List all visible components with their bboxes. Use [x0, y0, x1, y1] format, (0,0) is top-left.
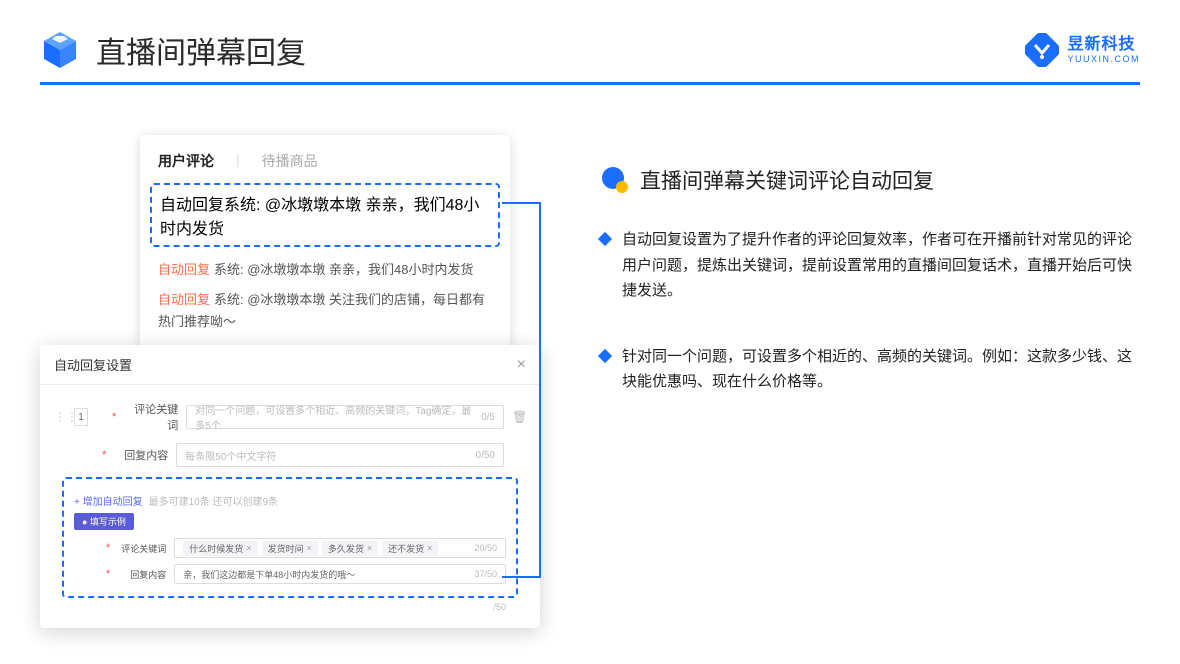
- tab-pending-goods[interactable]: 待播商品: [262, 151, 318, 171]
- auto-reply-tag: 自动回复: [158, 292, 210, 307]
- settings-title: 自动回复设置: [54, 355, 132, 374]
- keyword-row: ⋮⋮ 1 * 评论关键词 对同一个问题，可设置多个相近、高频的关键词，Tag确定…: [54, 401, 526, 433]
- brand-subtitle: YUUXIN.COM: [1067, 55, 1140, 64]
- comment-item: 自动回复系统: @冰墩墩本墩 亲亲，我们48小时内发货: [158, 259, 492, 281]
- bullet-item: 针对同一个问题，可设置多个相近的、高频的关键词。例如：这款多少钱、这块能优惠吗、…: [600, 344, 1140, 395]
- tag-chip[interactable]: 发货时间: [262, 541, 318, 556]
- tabs: 用户评论 | 待播商品: [158, 151, 492, 171]
- tag-chip[interactable]: 什么时候发货: [183, 541, 257, 556]
- ex-kw-input[interactable]: 什么时候发货发货时间多久发货还不发货 20/50: [174, 538, 506, 558]
- required-star: *: [112, 411, 116, 423]
- tag-chip[interactable]: 多久发货: [322, 541, 378, 556]
- section-title: 直播间弹幕关键词评论自动回复: [640, 165, 934, 195]
- required-star: *: [106, 542, 110, 554]
- brand-icon: [1025, 33, 1059, 67]
- settings-card: 自动回复设置 × ⋮⋮ 1 * 评论关键词 对同一个问题，可设置多个相近、高频的…: [40, 345, 540, 628]
- section-head: 直播间弹幕关键词评论自动回复: [600, 165, 1140, 195]
- auto-reply-tag: 自动回复: [158, 262, 210, 277]
- keyword-label: 评论关键词: [124, 401, 178, 433]
- example-box: + 增加自动回复最多可建10条 还可以创建9条 ● 填写示例 * 评论关键词 什…: [62, 477, 518, 598]
- ex-kw-label: 评论关键词: [118, 542, 166, 555]
- comment-item: 自动回复系统: @冰墩墩本墩 关注我们的店铺，每日都有热门推荐呦～: [158, 289, 492, 333]
- required-star: *: [102, 449, 106, 461]
- highlighted-comment: 自动回复系统: @冰墩墩本墩 亲亲，我们48小时内发货: [150, 183, 500, 247]
- tag-chip[interactable]: 还不发货: [382, 541, 438, 556]
- settings-header: 自动回复设置 ×: [40, 345, 540, 385]
- example-content-row: * 回复内容 亲，我们这边都是下单48小时内发货的哦～ 37/50: [74, 564, 506, 584]
- bullet-text: 针对同一个问题，可设置多个相近的、高频的关键词。例如：这款多少钱、这块能优惠吗、…: [622, 344, 1140, 395]
- diamond-icon: [598, 232, 612, 246]
- page-header: 直播间弹幕回复 昱新科技 YUUXIN.COM: [0, 0, 1180, 82]
- cube-icon: [40, 30, 80, 70]
- close-icon[interactable]: ×: [517, 356, 526, 374]
- ex-content-label: 回复内容: [118, 568, 166, 581]
- content-label: 回复内容: [114, 447, 168, 463]
- chat-bubble-icon: [600, 165, 630, 195]
- add-auto-reply-link[interactable]: + 增加自动回复最多可建10条 还可以创建9条: [74, 493, 506, 508]
- comment-text: 系统: @冰墩墩本墩 亲亲，我们48小时内发货: [214, 262, 474, 277]
- row-number: 1: [74, 408, 88, 426]
- example-keyword-row: * 评论关键词 什么时候发货发货时间多久发货还不发货 20/50: [74, 538, 506, 558]
- bullet-item: 自动回复设置为了提升作者的评论回复效率，作者可在开播前针对常见的评论用户问题，提…: [600, 227, 1140, 304]
- tab-user-comments[interactable]: 用户评论: [158, 151, 214, 171]
- comments-card: 用户评论 | 待播商品 自动回复系统: @冰墩墩本墩 亲亲，我们48小时内发货 …: [140, 135, 510, 369]
- content-row: * 回复内容 每条限50个中文字符 0/50: [54, 443, 526, 467]
- brand-name: 昱新科技: [1067, 37, 1140, 53]
- auto-reply-tag: 自动回复: [160, 197, 224, 214]
- page-title: 直播间弹幕回复: [96, 28, 1025, 72]
- keyword-input[interactable]: 对同一个问题，可设置多个相近、高频的关键词，Tag确定，最多5个 0/5: [186, 405, 504, 429]
- outer-count: /50: [54, 598, 526, 612]
- required-star: *: [106, 568, 110, 580]
- content-input[interactable]: 每条限50个中文字符 0/50: [176, 443, 504, 467]
- example-badge: ● 填写示例: [74, 513, 134, 530]
- drag-icon[interactable]: ⋮⋮: [54, 410, 66, 424]
- delete-icon[interactable]: 🗑: [512, 410, 526, 424]
- bullet-text: 自动回复设置为了提升作者的评论回复效率，作者可在开播前针对常见的评论用户问题，提…: [622, 227, 1140, 304]
- ex-content-input[interactable]: 亲，我们这边都是下单48小时内发货的哦～ 37/50: [174, 564, 506, 584]
- brand-logo: 昱新科技 YUUXIN.COM: [1025, 33, 1140, 67]
- diamond-icon: [598, 348, 612, 362]
